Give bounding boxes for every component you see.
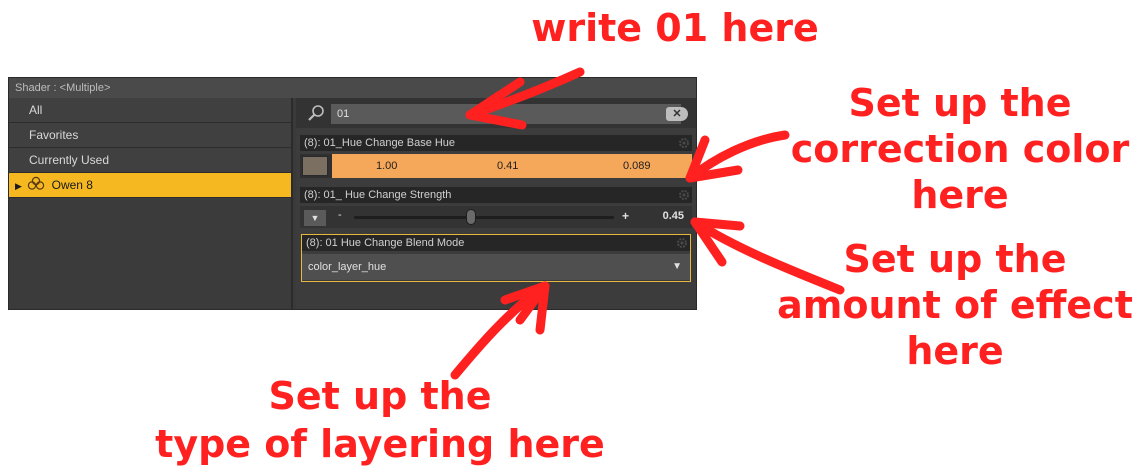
clear-search-icon[interactable]: ✕	[666, 107, 688, 121]
gear-icon[interactable]	[678, 137, 690, 154]
strength-slider-handle[interactable]	[466, 209, 476, 225]
gear-icon[interactable]	[676, 237, 688, 254]
category-list: All Favorites Currently Used ▶ Owen 8	[9, 98, 293, 309]
annotation-line: correction color	[790, 127, 1130, 171]
expand-arrow-icon[interactable]: ▶	[15, 181, 22, 191]
annotation-line: Set up the	[848, 81, 1072, 125]
prop-header-blend-mode: (8): 01 Hue Change Blend Mode	[302, 235, 690, 251]
panel-title: Shader : <Multiple>	[9, 78, 696, 98]
slider-minus-icon[interactable]: -	[338, 209, 342, 221]
slider-menu-icon[interactable]: ▼	[304, 210, 326, 226]
search-input[interactable]	[331, 104, 681, 124]
annotation-line: Set up the	[268, 374, 492, 418]
slider-plus-icon[interactable]: +	[622, 209, 629, 223]
search-bar: ✕	[296, 98, 696, 128]
category-label: Favorites	[29, 128, 79, 142]
prop-label: (8): 01_Hue Change Base Hue	[304, 137, 456, 149]
blend-mode-select[interactable]: color_layer_hue ▼	[302, 254, 690, 280]
prop-header-base-hue: (8): 01_Hue Change Base Hue	[300, 135, 692, 151]
annotation-search: write 01 here	[531, 6, 819, 50]
shader-panel: Shader : <Multiple> All Favorites Curren…	[8, 77, 697, 310]
prop-header-strength: (8): 01_ Hue Change Strength	[300, 187, 692, 203]
annotation-line: type of layering here	[155, 422, 605, 466]
color-value-b[interactable]: 0.089	[623, 154, 651, 178]
prop-label: (8): 01_ Hue Change Strength	[304, 189, 452, 201]
blend-mode-value: color_layer_hue	[308, 261, 387, 273]
annotation-layering: Set up the type of layering here	[140, 372, 620, 468]
color-swatch[interactable]	[302, 156, 328, 176]
strength-value[interactable]: 0.45	[663, 210, 684, 222]
annotation-line: Set up the	[843, 237, 1067, 281]
strength-slider-row: ▼ - + 0.45	[300, 206, 692, 228]
prop-label: (8): 01 Hue Change Blend Mode	[306, 237, 465, 249]
figure-icon	[27, 174, 45, 198]
category-item-favorites[interactable]: Favorites	[9, 123, 291, 148]
color-row: 1.00 0.41 0.089	[300, 154, 692, 178]
annotation-line: amount of effect	[777, 283, 1133, 327]
category-item-currently-used[interactable]: Currently Used	[9, 148, 291, 173]
gear-icon[interactable]	[678, 189, 690, 206]
chevron-down-icon: ▼	[672, 261, 682, 272]
strength-slider-track[interactable]	[354, 216, 614, 219]
blend-mode-property: (8): 01 Hue Change Blend Mode color_laye…	[301, 234, 691, 282]
search-icon[interactable]	[306, 103, 326, 128]
annotation-line: here	[906, 329, 1004, 373]
category-item-all[interactable]: All	[9, 98, 291, 123]
category-label: All	[29, 103, 43, 117]
properties-pane: ✕ (8): 01_Hue Change Base Hue 1.00 0.41 …	[296, 98, 696, 309]
annotation-amount: Set up the amount of effect here	[770, 236, 1140, 374]
color-value-r[interactable]: 1.00	[376, 154, 397, 178]
annotation-line: here	[911, 173, 1009, 217]
color-values-field[interactable]: 1.00 0.41 0.089	[332, 154, 692, 178]
color-value-g[interactable]: 0.41	[497, 154, 518, 178]
category-item-owen8[interactable]: ▶ Owen 8	[9, 173, 291, 198]
category-label: Currently Used	[29, 153, 110, 167]
annotation-color: Set up the correction color here	[780, 80, 1140, 218]
category-label: Owen 8	[51, 178, 93, 192]
